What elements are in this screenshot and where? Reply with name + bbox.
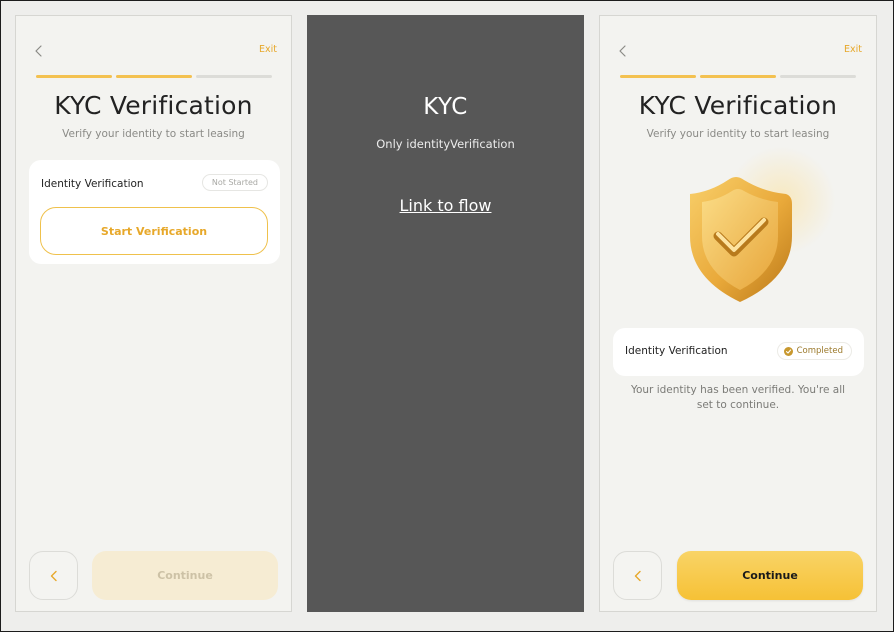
- exit-link[interactable]: Exit: [259, 44, 277, 55]
- chevron-left-icon[interactable]: [616, 44, 630, 58]
- card-label: Identity Verification: [41, 178, 144, 190]
- chevron-left-icon: [634, 570, 641, 581]
- card-label: Identity Verification: [625, 345, 728, 357]
- step-progress: [620, 75, 856, 79]
- check-circle-icon: [783, 346, 793, 356]
- link-to-flow[interactable]: Link to flow: [308, 196, 583, 215]
- kyc-screen-completed: Exit KYC Verification Verify your identi…: [599, 15, 877, 612]
- progress-segment-3: [196, 75, 272, 78]
- status-text: Completed: [796, 346, 843, 356]
- kyc-screen-not-started: Exit KYC Verification Verify your identi…: [15, 15, 292, 612]
- status-badge: Completed: [776, 342, 852, 360]
- verified-message: Your identity has been verified. You're …: [630, 384, 846, 411]
- chevron-left-icon: [50, 570, 57, 581]
- flow-annotation-panel: KYC Only identityVerification Link to fl…: [307, 15, 584, 612]
- chevron-left-icon[interactable]: [32, 44, 46, 58]
- continue-button[interactable]: Continue: [677, 551, 863, 600]
- progress-segment-3: [780, 75, 856, 78]
- progress-segment-2: [116, 75, 192, 78]
- progress-segment-1: [620, 75, 696, 78]
- annotation-heading: KYC: [423, 94, 468, 120]
- shield-check-icon: [690, 177, 792, 302]
- start-verification-button[interactable]: Start Verification: [40, 207, 268, 255]
- progress-segment-1: [36, 75, 112, 78]
- identity-verification-card: Identity Verification Not Started Start …: [29, 160, 280, 264]
- page-subtitle: Verify your identity to start leasing: [646, 128, 830, 140]
- back-button[interactable]: [613, 551, 662, 600]
- annotation-subheading: Only identityVerification: [376, 137, 515, 151]
- page-title: KYC Verification: [638, 91, 838, 120]
- status-badge: Not Started: [201, 174, 268, 191]
- page-title: KYC Verification: [54, 91, 253, 120]
- continue-button-disabled[interactable]: Continue: [92, 551, 278, 600]
- back-button[interactable]: [29, 551, 78, 600]
- step-progress: [36, 75, 272, 79]
- exit-link[interactable]: Exit: [844, 44, 862, 55]
- page-subtitle: Verify your identity to start leasing: [62, 128, 245, 140]
- identity-verification-card: Identity Verification Completed: [613, 328, 864, 376]
- shield-illustration: [668, 146, 836, 316]
- progress-segment-2: [700, 75, 776, 78]
